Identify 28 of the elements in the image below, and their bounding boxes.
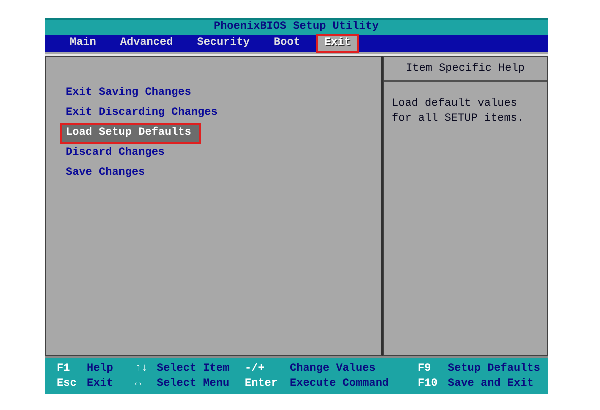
action-label: Execute Command <box>290 377 390 391</box>
key-label: Enter <box>245 377 280 391</box>
menu-option[interactable]: Exit Discarding Changes <box>60 104 224 123</box>
action-label: Save and Exit <box>448 377 535 391</box>
key-label: ↑↓ <box>135 362 150 376</box>
action-label: Exit <box>87 377 114 391</box>
title-bar: PhoenixBIOS Setup Utility <box>45 18 548 35</box>
menu-option[interactable]: Load Setup Defaults <box>60 123 202 144</box>
key-label: F10 <box>418 377 439 391</box>
key-label: F9 <box>418 362 432 376</box>
help-heading: Item Specific Help <box>384 57 547 82</box>
menu-tab[interactable]: Main <box>62 34 104 53</box>
menu-tab[interactable]: Boot <box>266 34 308 53</box>
menu-tab[interactable]: Security <box>189 34 258 53</box>
key-label: ↔ <box>135 377 143 391</box>
action-label: Change Values <box>290 362 377 376</box>
menu-option[interactable]: Save Changes <box>60 164 152 183</box>
action-label: Setup Defaults <box>448 362 542 376</box>
menu-tab[interactable]: Advanced <box>112 34 182 53</box>
key-label: Esc <box>57 377 78 391</box>
menu-option[interactable]: Discard Changes <box>60 144 172 163</box>
key-label: F1 <box>57 362 72 376</box>
action-label: Select Menu <box>157 377 231 391</box>
help-text: Load default values for all SETUP items. <box>392 97 526 127</box>
action-label: Select Item <box>157 362 231 376</box>
key-label: -/+ <box>245 362 266 376</box>
action-label: Help <box>87 362 114 376</box>
menu-option[interactable]: Exit Saving Changes <box>60 84 198 103</box>
